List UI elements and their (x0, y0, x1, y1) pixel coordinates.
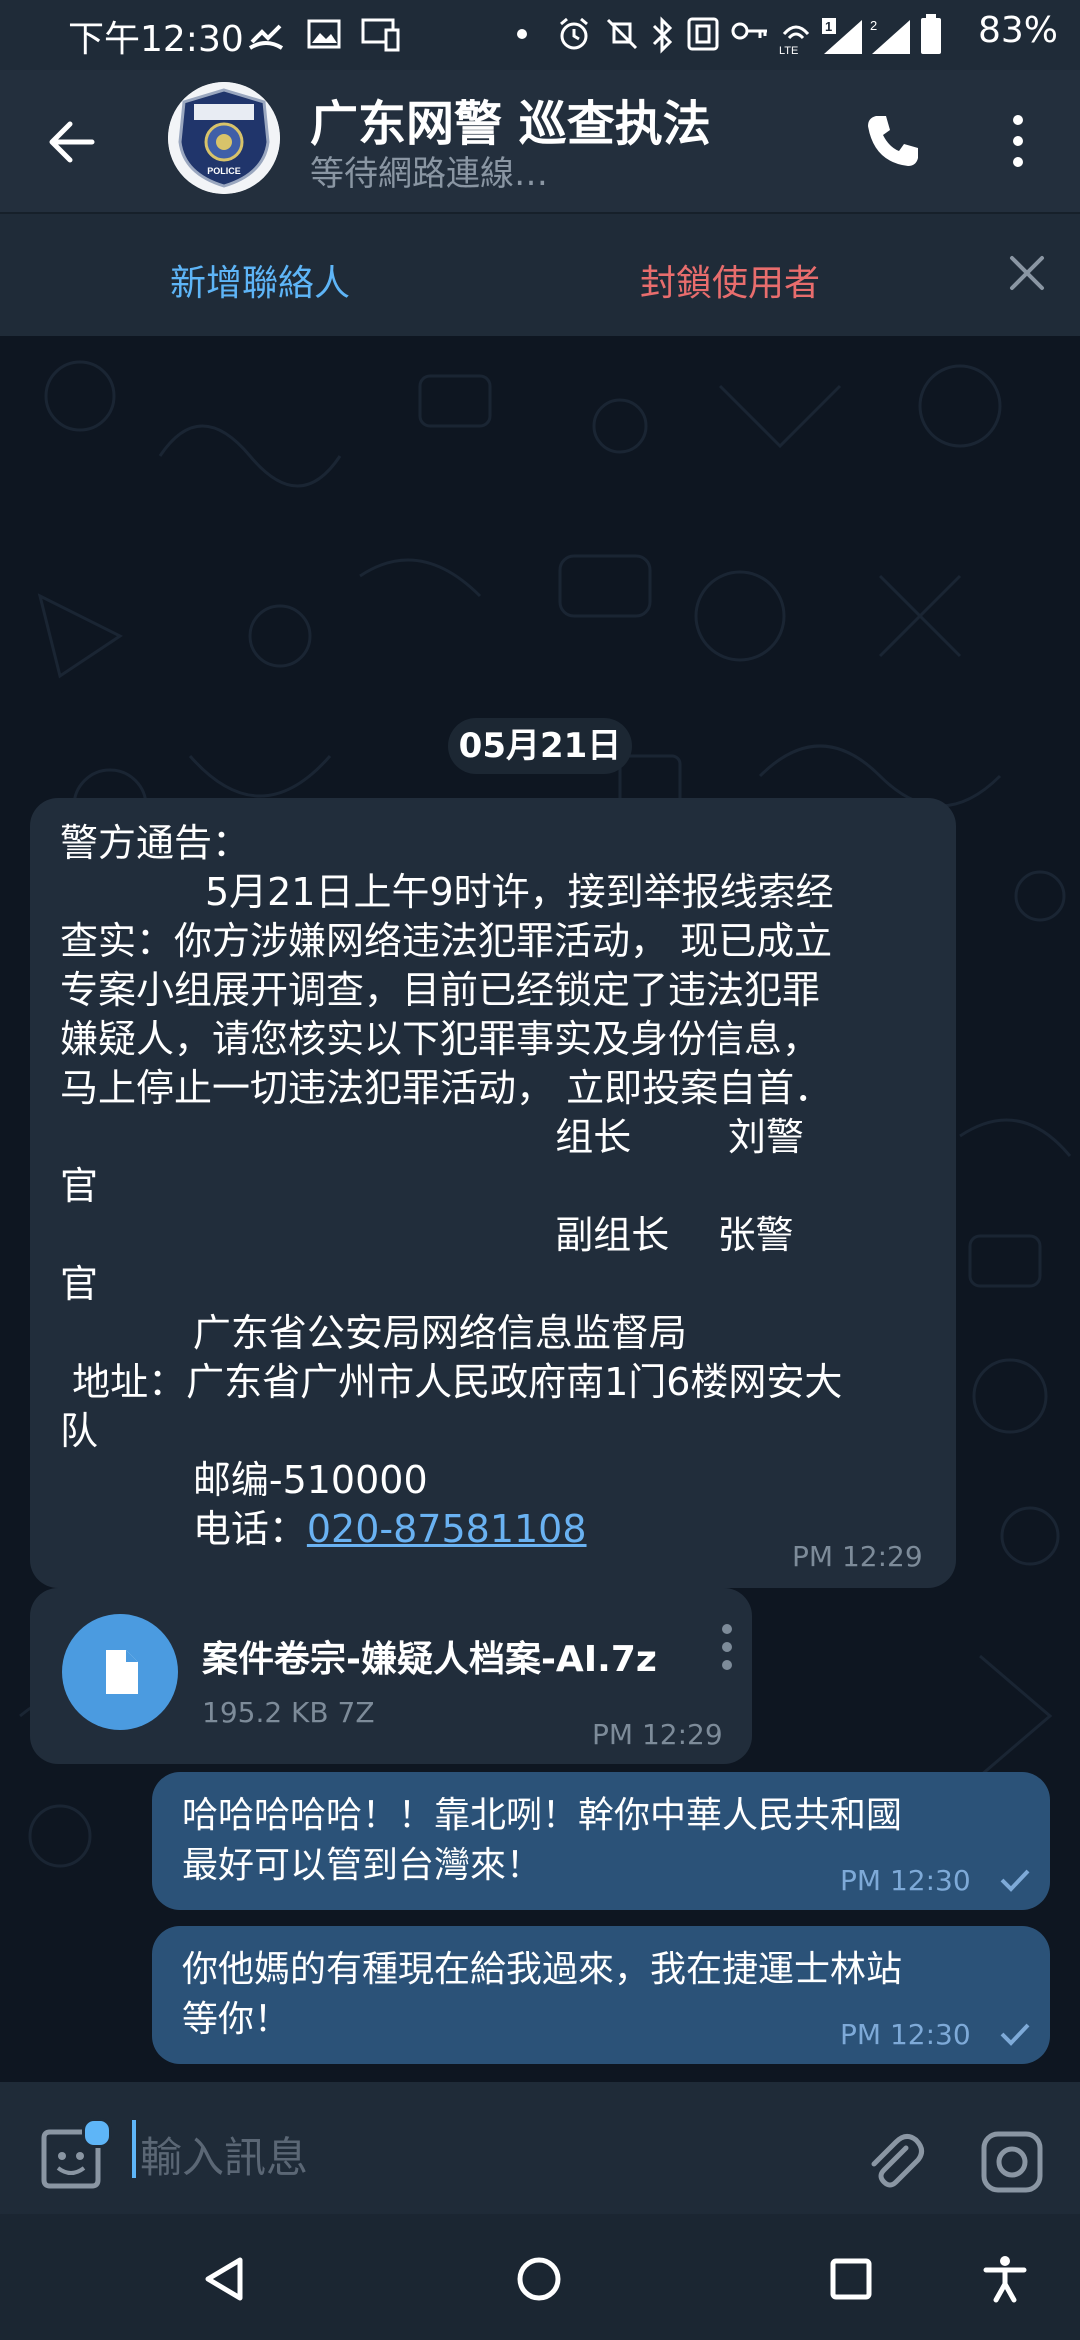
nav-recents-icon[interactable] (826, 2254, 876, 2304)
system-navigation-bar (0, 2214, 1080, 2340)
file-download-button[interactable] (62, 1614, 178, 1730)
vpn-key-icon (731, 22, 767, 40)
message-time: PM 12:29 (592, 1718, 723, 1751)
message-line: 官 (60, 1262, 99, 1306)
message-line: 邮编-510000 (60, 1458, 428, 1502)
missed-call-icon (248, 24, 284, 50)
chat-area[interactable]: 05月21日 警方通告： 5月21日上午9时许，接到举报线索经 查实：你方涉嫌网… (0, 336, 1080, 2082)
more-vertical-icon[interactable] (1000, 106, 1036, 176)
sent-check-icon (1000, 2023, 1030, 2046)
nfc-icon (687, 17, 719, 51)
message-time: PM 12:30 (840, 2018, 971, 2051)
signal-sim2-icon: 2 (870, 18, 910, 54)
battery-icon (921, 14, 941, 54)
file-size: 195.2 KB 7Z (202, 1696, 375, 1729)
sim1-label: 1 (825, 19, 832, 34)
phone-link[interactable]: 020-87581108 (307, 1507, 587, 1551)
message-time: PM 12:29 (792, 1540, 923, 1573)
nav-home-icon[interactable] (514, 2254, 564, 2304)
image-icon (307, 19, 341, 49)
message-line: 你他媽的有種現在給我過來，我在捷運士林站 (182, 1949, 903, 1990)
incoming-message-bubble[interactable]: 警方通告： 5月21日上午9时许，接到举报线索经 查实：你方涉嫌网络违法犯罪活动… (30, 798, 956, 1588)
message-line: 5月21日上午9时许，接到举报线索经 (60, 870, 834, 914)
message-line: 查实：你方涉嫌网络违法犯罪活动， 现已成立 (60, 919, 833, 963)
contact-action-bar: 新增聯絡人 封鎖使用者 (0, 212, 1080, 338)
notification-dot (82, 2118, 112, 2148)
file-name: 案件卷宗-嫌疑人档案-AI.7z (202, 1639, 657, 1680)
message-line: 组长 刘警 (60, 1115, 804, 1159)
message-time: PM 12:30 (840, 1864, 971, 1897)
volte-icon: LTE (779, 25, 810, 56)
document-icon (106, 1650, 138, 1694)
message-line: 嫌疑人，请您核实以下犯罪事实及身份信息， (60, 1017, 821, 1061)
status-time: 下午12:30 (68, 19, 244, 60)
message-line: 最好可以管到台灣來！ (182, 1845, 543, 1886)
message-line: 地址：广东省广州市人民政府南1门6楼网安大 (60, 1360, 843, 1404)
lte-label: LTE (779, 45, 798, 56)
text-cursor (132, 2120, 136, 2178)
message-line: 专案小组展开调查，目前已经锁定了违法犯罪 (60, 968, 821, 1012)
file-message-bubble[interactable]: 案件卷宗-嫌疑人档案-AI.7z 195.2 KB 7Z PM 12:29 (30, 1588, 752, 1764)
message-line: 副组长 张警 (60, 1213, 794, 1257)
message-line: 官 (60, 1164, 99, 1208)
outgoing-message-bubble[interactable]: 哈哈哈哈哈！！靠北咧！幹你中華人民共和國 最好可以管到台灣來！ PM 12:30 (152, 1772, 1050, 1910)
nav-back-icon[interactable] (200, 2254, 250, 2304)
message-line: 哈哈哈哈哈！！靠北咧！幹你中華人民共和國 (182, 1795, 903, 1836)
close-icon[interactable] (1006, 252, 1048, 294)
police-badge-icon: POLICE (168, 82, 280, 194)
file-more-icon[interactable] (720, 1622, 734, 1672)
message-line: 队 (60, 1409, 99, 1453)
message-composer: 輸入訊息 (0, 2082, 1080, 2214)
message-line: 等你！ (182, 1999, 291, 2040)
add-contact-button[interactable]: 新增聯絡人 (0, 254, 520, 306)
message-line-phone: 电话：020-87581108 (60, 1498, 587, 1553)
sent-check-icon (1000, 1869, 1030, 1892)
signal-sim1-icon: 1 (822, 18, 862, 54)
connection-status: 等待網路連線… (310, 154, 548, 194)
status-bar: 下午12:30 LTE 1 2 83% (0, 0, 1080, 70)
message-line: 警方通告： (60, 821, 251, 865)
dot-icon (517, 29, 527, 39)
message-line: 广东省公安局网络信息监督局 (60, 1311, 687, 1355)
sim2-label: 2 (870, 18, 877, 33)
cast-icon (361, 18, 400, 52)
attachment-paperclip-icon[interactable] (862, 2128, 926, 2192)
avatar-text: POLICE (207, 166, 241, 176)
message-line: 马上停止一切违法犯罪活动， 立即投案自首． (60, 1066, 833, 1110)
bluetooth-icon (652, 16, 673, 54)
mute-icon (606, 18, 638, 50)
back-arrow-icon[interactable] (40, 110, 104, 174)
alarm-icon (560, 17, 588, 50)
chat-title[interactable]: 广东网警 巡查执法 (310, 84, 711, 154)
chat-header: POLICE 广东网警 巡查执法 等待網路連線… (0, 70, 1080, 212)
accessibility-icon[interactable] (980, 2254, 1030, 2304)
message-input-placeholder: 輸入訊息 (140, 2133, 309, 2182)
camera-instagram-icon[interactable] (978, 2128, 1046, 2196)
block-user-button[interactable]: 封鎖使用者 (470, 254, 990, 306)
phone-label: 电话： (60, 1507, 307, 1551)
battery-percentage: 83% (977, 10, 1058, 51)
phone-icon[interactable] (858, 106, 928, 176)
date-separator: 05月21日 (448, 718, 632, 774)
outgoing-message-bubble[interactable]: 你他媽的有種現在給我過來，我在捷運士林站 等你！ PM 12:30 (152, 1926, 1050, 2064)
avatar[interactable]: POLICE (168, 82, 280, 194)
